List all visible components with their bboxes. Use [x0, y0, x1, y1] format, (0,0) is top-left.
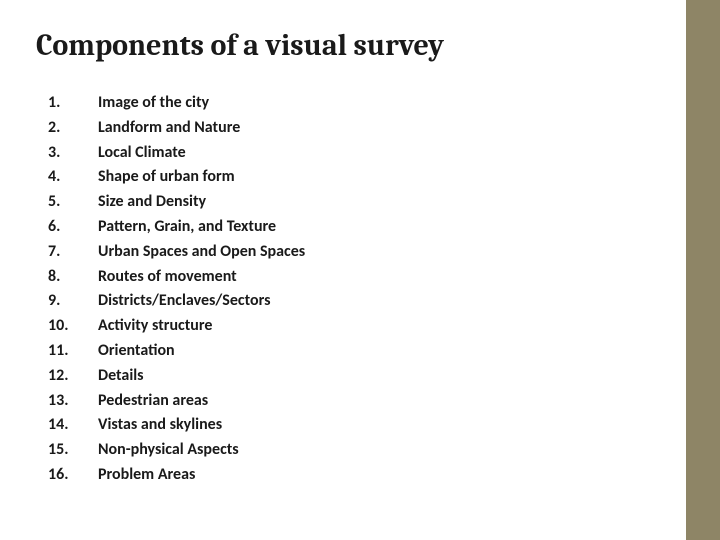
list-item-number: 6.	[48, 215, 98, 240]
list-item: 10.Activity structure	[48, 314, 680, 339]
list-item: 1.Image of the city	[48, 91, 680, 116]
list-item: 9.Districts/Enclaves/Sectors	[48, 289, 680, 314]
components-list: 1.Image of the city2.Landform and Nature…	[40, 91, 680, 488]
list-item-label: Image of the city	[98, 91, 680, 116]
list-item: 3.Local Climate	[48, 141, 680, 166]
list-item-number: 10.	[48, 314, 98, 339]
list-item-label: Shape of urban form	[98, 165, 680, 190]
list-item: 2.Landform and Nature	[48, 116, 680, 141]
list-item-label: Pedestrian areas	[98, 389, 680, 414]
list-item: 15.Non-physical Aspects	[48, 438, 680, 463]
list-item: 14.Vistas and skylines	[48, 413, 680, 438]
list-item-label: Orientation	[98, 339, 680, 364]
list-item: 12.Details	[48, 364, 680, 389]
list-item-number: 12.	[48, 364, 98, 389]
list-item: 4.Shape of urban form	[48, 165, 680, 190]
list-item: 13.Pedestrian areas	[48, 389, 680, 414]
page-title: Components of a visual survey	[36, 28, 680, 63]
list-item-number: 11.	[48, 339, 98, 364]
list-item-label: Districts/Enclaves/Sectors	[98, 289, 680, 314]
list-item-number: 3.	[48, 141, 98, 166]
list-item-number: 13.	[48, 389, 98, 414]
list-item-number: 15.	[48, 438, 98, 463]
list-item-label: Non-physical Aspects	[98, 438, 680, 463]
list-item-number: 8.	[48, 265, 98, 290]
list-item-number: 9.	[48, 289, 98, 314]
list-item-number: 2.	[48, 116, 98, 141]
list-item-label: Problem Areas	[98, 463, 680, 488]
list-item-label: Routes of movement	[98, 265, 680, 290]
list-item-number: 14.	[48, 413, 98, 438]
list-item: 11.Orientation	[48, 339, 680, 364]
list-item: 6.Pattern, Grain, and Texture	[48, 215, 680, 240]
list-item-number: 4.	[48, 165, 98, 190]
slide-content: Components of a visual survey 1.Image of…	[0, 0, 720, 508]
list-item-label: Vistas and skylines	[98, 413, 680, 438]
list-item: 16.Problem Areas	[48, 463, 680, 488]
accent-bar	[686, 0, 720, 540]
list-item-label: Urban Spaces and Open Spaces	[98, 240, 680, 265]
list-item: 8.Routes of movement	[48, 265, 680, 290]
list-item-number: 5.	[48, 190, 98, 215]
list-item-label: Local Climate	[98, 141, 680, 166]
list-item-number: 7.	[48, 240, 98, 265]
list-item-label: Activity structure	[98, 314, 680, 339]
list-item-label: Landform and Nature	[98, 116, 680, 141]
list-item-label: Details	[98, 364, 680, 389]
list-item-label: Size and Density	[98, 190, 680, 215]
list-item-label: Pattern, Grain, and Texture	[98, 215, 680, 240]
list-item: 5.Size and Density	[48, 190, 680, 215]
list-item-number: 16.	[48, 463, 98, 488]
list-item: 7.Urban Spaces and Open Spaces	[48, 240, 680, 265]
list-item-number: 1.	[48, 91, 98, 116]
